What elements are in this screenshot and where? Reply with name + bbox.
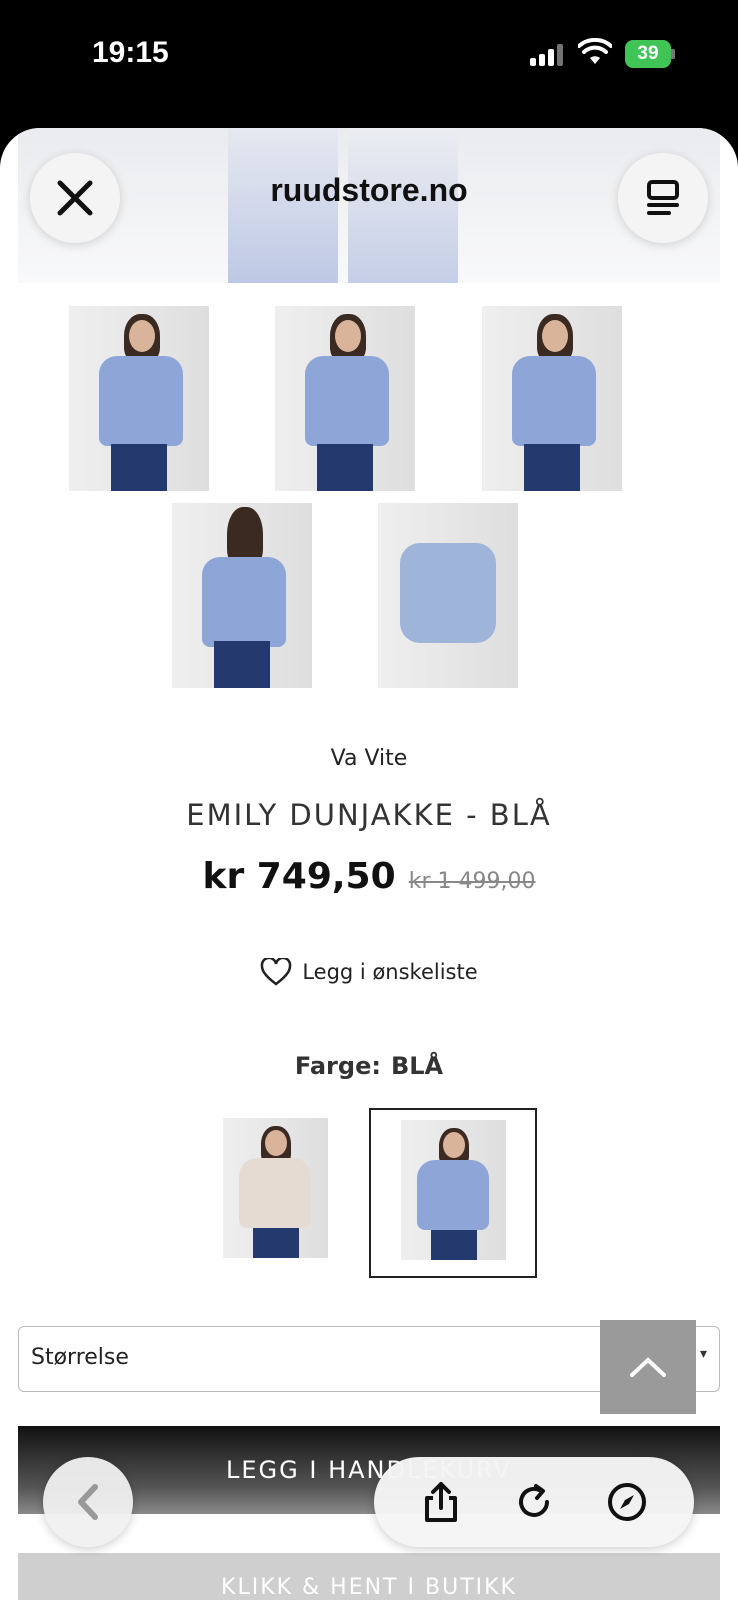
browser-sheet: ruudstore.no Va Vite EMILY DUNJAKKE - BL…	[0, 128, 738, 1600]
reader-icon	[647, 180, 679, 215]
reload-icon	[519, 1484, 549, 1517]
share-button[interactable]	[413, 1474, 469, 1530]
wishlist-label: Legg i ønskeliste	[302, 960, 478, 984]
color-swatch-beige[interactable]	[223, 1118, 328, 1258]
color-value: BLÅ	[390, 1052, 444, 1080]
close-button[interactable]	[30, 153, 120, 243]
tabs-button[interactable]	[618, 153, 708, 243]
compass-button[interactable]	[599, 1474, 655, 1530]
sale-price: kr 749,50	[202, 856, 396, 897]
product-thumbnail-3[interactable]	[482, 306, 622, 491]
scroll-to-top-button[interactable]	[600, 1320, 696, 1414]
color-selector-label: Farge: BLÅ	[0, 1052, 738, 1080]
heart-icon	[261, 958, 292, 986]
reload-button[interactable]	[506, 1474, 562, 1530]
wishlist-button[interactable]: Legg i ønskeliste	[0, 958, 738, 986]
product-thumbnail-4[interactable]	[172, 503, 312, 688]
compass-icon	[608, 1483, 647, 1521]
click-and-collect-button[interactable]: KLIKK & HENT I BUTIKK	[18, 1553, 720, 1600]
product-name: EMILY DUNJAKKE - BLÅ	[186, 798, 552, 832]
battery-icon: 39	[625, 40, 675, 68]
status-bar: 19:15 39	[0, 0, 738, 110]
product-thumbnail-5[interactable]	[378, 503, 518, 688]
color-swatch-blue[interactable]	[401, 1120, 506, 1260]
status-time: 19:15	[92, 36, 169, 69]
chevron-up-icon	[630, 1357, 666, 1377]
product-thumbnail-2[interactable]	[275, 306, 415, 491]
original-price: kr 1 499,00	[408, 869, 536, 894]
battery-level: 39	[625, 40, 671, 68]
share-icon	[424, 1482, 457, 1522]
price-row: kr 749,50 kr 1 499,00	[0, 856, 738, 897]
color-label: Farge:	[294, 1052, 381, 1080]
wifi-icon	[578, 38, 612, 64]
chevron-down-icon: ▾	[700, 1346, 708, 1362]
browser-toolbar	[374, 1457, 694, 1547]
product-thumbnail-1[interactable]	[69, 306, 209, 491]
back-button[interactable]	[43, 1457, 133, 1547]
signal-icon	[530, 44, 564, 66]
close-icon	[57, 180, 93, 216]
product-brand[interactable]: Va Vite	[0, 746, 738, 771]
chevron-left-icon	[78, 1484, 98, 1520]
